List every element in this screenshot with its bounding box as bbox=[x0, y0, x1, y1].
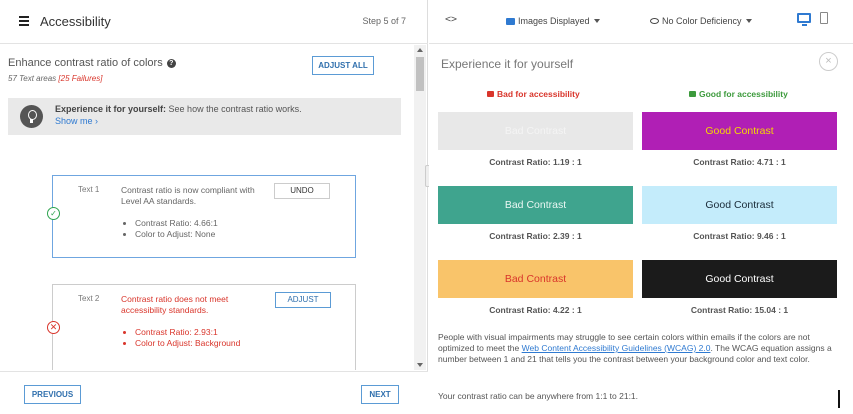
section-title-text: Enhance contrast ratio of colors bbox=[8, 57, 163, 69]
color-deficiency-dropdown[interactable]: No Color Deficiency bbox=[650, 16, 752, 26]
menu-icon[interactable] bbox=[19, 16, 29, 26]
contrast-swatch: Bad Contrast bbox=[438, 112, 633, 150]
check-icon: ✓ bbox=[47, 207, 60, 220]
contrast-swatch: Good Contrast bbox=[642, 186, 837, 224]
image-icon bbox=[506, 18, 515, 25]
experience-banner: Experience it for yourself: See how the … bbox=[8, 98, 401, 135]
panel-header: Accessibility Step 5 of 7 bbox=[0, 0, 428, 44]
bad-column-label: Bad for accessibility bbox=[487, 89, 580, 99]
card-message: Contrast ratio is now compliant with Lev… bbox=[121, 185, 255, 206]
preview-toolbar: <> Images Displayed No Color Deficiency bbox=[429, 0, 853, 44]
images-dropdown-label: Images Displayed bbox=[518, 16, 590, 26]
ratio-range-text: Your contrast ratio can be anywhere from… bbox=[438, 391, 639, 401]
bad-label-text: Bad for accessibility bbox=[497, 89, 580, 99]
chevron-down-icon bbox=[593, 19, 600, 23]
help-icon[interactable]: ? bbox=[166, 59, 176, 68]
contrast-ratio-label: Contrast Ratio: 4.71 : 1 bbox=[693, 157, 786, 167]
wcag-link[interactable]: Web Content Accessibility Guidelines (WC… bbox=[522, 343, 711, 353]
adjust-button[interactable]: ADJUST bbox=[275, 292, 331, 308]
chevron-down-icon bbox=[745, 19, 752, 23]
section-summary: 57 Text areas [25 Failures] bbox=[8, 74, 102, 83]
text-name: Text 2 bbox=[78, 294, 100, 303]
contrast-ratio-label: Contrast Ratio: 1.19 : 1 bbox=[489, 157, 582, 167]
contrast-swatch: Bad Contrast bbox=[438, 260, 633, 298]
experience-modal: Experience it for yourself × Bad for acc… bbox=[429, 45, 853, 414]
preview-panel: <> Images Displayed No Color Deficiency … bbox=[429, 0, 853, 414]
thumbs-down-icon bbox=[487, 91, 494, 97]
settings-panel: Accessibility Step 5 of 7 Enhance contra… bbox=[0, 0, 428, 414]
contrast-ratio-label: Contrast Ratio: 4.22 : 1 bbox=[489, 305, 582, 315]
thumbs-up-icon bbox=[689, 91, 696, 97]
contrast-ratio-label: Contrast Ratio: 9.46 : 1 bbox=[693, 231, 786, 241]
previous-button[interactable]: PREVIOUS bbox=[24, 385, 81, 404]
code-icon[interactable]: <> bbox=[445, 14, 457, 25]
text-card-1[interactable]: ✓ Text 1 Contrast ratio is now compliant… bbox=[47, 175, 356, 258]
error-icon: ✕ bbox=[47, 321, 60, 334]
color-dropdown-label: No Color Deficiency bbox=[662, 16, 742, 26]
adjust-all-button[interactable]: ADJUST ALL bbox=[312, 56, 374, 75]
contrast-section: Enhance contrast ratio of colors? 57 Tex… bbox=[0, 45, 414, 370]
contrast-swatch: Bad Contrast bbox=[438, 186, 633, 224]
lightbulb-icon bbox=[20, 105, 43, 128]
scroll-thumb[interactable] bbox=[416, 57, 424, 91]
scroll-up-icon[interactable] bbox=[417, 48, 423, 52]
failures-count: [25 Failures] bbox=[58, 74, 103, 83]
experience-text: Experience it for yourself: See how the … bbox=[55, 104, 302, 114]
text-card-2[interactable]: ✕ Text 2 Contrast ratio does not meet ac… bbox=[47, 284, 356, 370]
contrast-ratio-detail: Contrast Ratio: 2.93:1 bbox=[135, 327, 245, 338]
panel-footer: PREVIOUS NEXT bbox=[0, 371, 428, 414]
text-cursor bbox=[838, 390, 840, 408]
experience-bold: Experience it for yourself: bbox=[55, 104, 167, 114]
section-title: Enhance contrast ratio of colors? bbox=[8, 57, 176, 69]
card-details: Contrast Ratio: 4.66:1 Color to Adjust: … bbox=[135, 218, 218, 240]
contrast-ratio-label: Contrast Ratio: 2.39 : 1 bbox=[489, 231, 582, 241]
wcag-paragraph: People with visual impairments may strug… bbox=[438, 332, 838, 365]
contrast-swatch: Good Contrast bbox=[642, 112, 837, 150]
modal-title: Experience it for yourself bbox=[441, 57, 574, 71]
left-scrollbar[interactable] bbox=[414, 45, 426, 370]
desktop-icon[interactable] bbox=[797, 13, 811, 26]
undo-button[interactable]: UNDO bbox=[274, 183, 330, 199]
contrast-ratio-detail: Contrast Ratio: 4.66:1 bbox=[135, 218, 218, 229]
color-adjust-detail: Color to Adjust: None bbox=[135, 229, 218, 240]
card-message: Contrast ratio does not meet accessibili… bbox=[121, 294, 229, 315]
show-me-link[interactable]: Show me › bbox=[55, 116, 98, 126]
close-icon[interactable]: × bbox=[819, 52, 838, 71]
images-dropdown[interactable]: Images Displayed bbox=[506, 16, 600, 26]
text-name: Text 1 bbox=[78, 185, 100, 194]
mobile-icon[interactable] bbox=[820, 12, 828, 24]
color-adjust-detail: Color to Adjust: Background bbox=[135, 338, 245, 349]
next-button[interactable]: NEXT bbox=[361, 385, 399, 404]
experience-desc: See how the contrast ratio works. bbox=[166, 104, 302, 114]
card-details: Contrast Ratio: 2.93:1 Color to Adjust: … bbox=[135, 327, 245, 349]
good-label-text: Good for accessibility bbox=[699, 89, 788, 99]
good-column-label: Good for accessibility bbox=[689, 89, 788, 99]
contrast-ratio-label: Contrast Ratio: 15.04 : 1 bbox=[690, 305, 789, 315]
contrast-swatch: Good Contrast bbox=[642, 260, 837, 298]
step-indicator: Step 5 of 7 bbox=[362, 16, 406, 26]
text-areas-count: 57 Text areas bbox=[8, 74, 57, 83]
panel-title: Accessibility bbox=[40, 14, 111, 29]
scroll-down-icon[interactable] bbox=[417, 363, 423, 367]
eye-icon bbox=[650, 18, 659, 24]
